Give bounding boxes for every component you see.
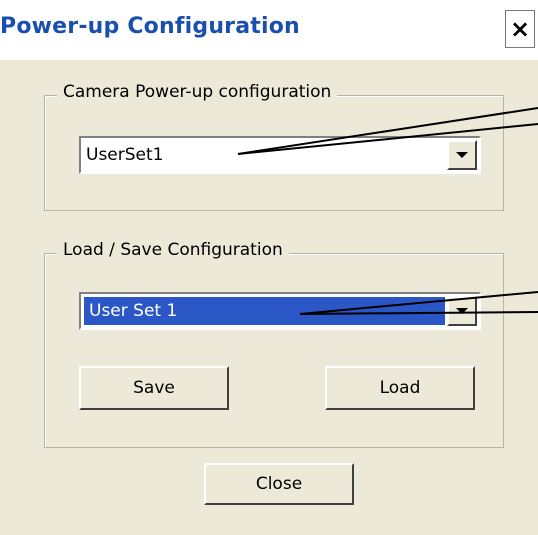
dialog-body: Camera Power-up configuration UserSet1 L… <box>0 60 538 535</box>
load-save-group-label: Load / Save Configuration <box>57 240 289 260</box>
window-title: Power-up Configuration <box>0 14 300 39</box>
close-window-button[interactable]: × <box>505 10 535 48</box>
chevron-down-icon <box>456 308 468 314</box>
camera-power-up-group: Camera Power-up configuration UserSet1 <box>44 82 504 211</box>
camera-power-up-group-label: Camera Power-up configuration <box>57 82 338 102</box>
title-bar: Power-up Configuration × <box>0 0 538 60</box>
chevron-down-icon <box>456 152 468 158</box>
load-save-set-dropdown-button[interactable] <box>447 296 477 326</box>
close-button[interactable]: Close <box>204 463 354 505</box>
save-button[interactable]: Save <box>79 366 229 410</box>
load-save-group: Load / Save Configuration User Set 1 Sav… <box>44 240 504 448</box>
load-save-set-select-value: User Set 1 <box>89 301 178 321</box>
load-button[interactable]: Load <box>325 366 475 410</box>
power-up-config-dropdown-button[interactable] <box>447 140 477 170</box>
power-up-config-select-value: UserSet1 <box>86 145 164 165</box>
load-save-set-select[interactable]: User Set 1 <box>79 292 481 330</box>
power-up-config-select[interactable]: UserSet1 <box>79 136 481 174</box>
close-icon: × <box>509 15 531 43</box>
